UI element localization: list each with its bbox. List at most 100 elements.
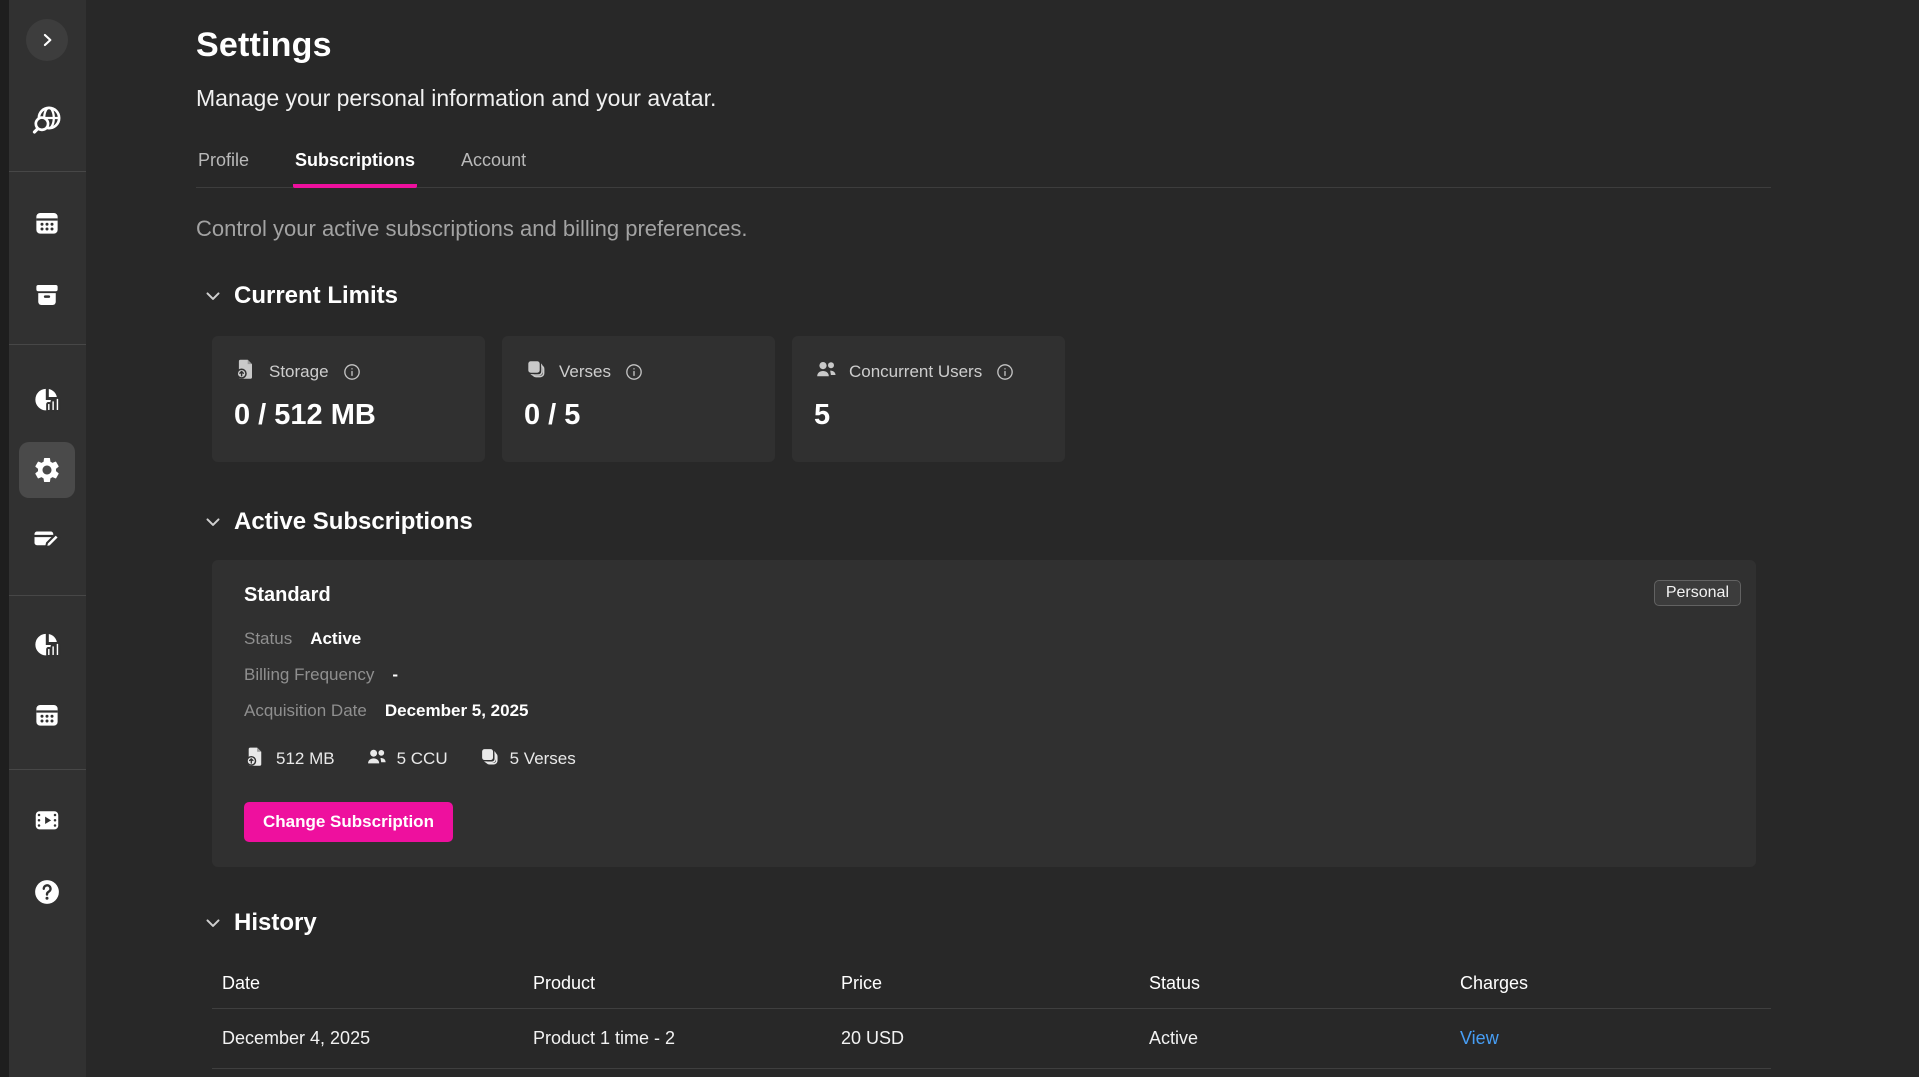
subscription-field-billing-frequency: Billing Frequency - bbox=[244, 665, 1724, 685]
sidebar-item-media[interactable] bbox=[25, 798, 69, 842]
concurrent-users-icon bbox=[365, 745, 388, 773]
limit-text: 5 CCU bbox=[397, 749, 448, 769]
cell-status: Active bbox=[1139, 1069, 1450, 1077]
chevron-down-icon bbox=[202, 511, 224, 533]
tab-profile[interactable]: Profile bbox=[196, 142, 251, 188]
sidebar-item-reports[interactable] bbox=[25, 623, 69, 667]
sidebar-edge-strip bbox=[0, 0, 9, 1077]
verses-layers-icon bbox=[478, 745, 501, 773]
column-header-charges: Charges bbox=[1450, 959, 1771, 1008]
calendar-icon bbox=[32, 700, 62, 730]
limit-card-label: Verses bbox=[559, 362, 611, 382]
limit-card-value: 0 / 5 bbox=[524, 399, 753, 432]
limit-card-value: 0 / 512 MB bbox=[234, 399, 463, 432]
section-title: Active Subscriptions bbox=[234, 508, 473, 536]
limit-ccu: 5 CCU bbox=[365, 745, 448, 773]
section-header-active-subscriptions[interactable]: Active Subscriptions bbox=[202, 508, 1771, 536]
cell-date: December 5, 2025 bbox=[212, 1069, 523, 1077]
sidebar bbox=[0, 0, 86, 1077]
sidebar-item-explore[interactable] bbox=[25, 98, 69, 142]
cell-status: Active bbox=[1139, 1009, 1450, 1068]
column-header-date: Date bbox=[212, 959, 523, 1008]
limit-card-concurrent-users: Concurrent Users 5 bbox=[792, 336, 1065, 462]
cell-product: Product 1 time - 2 bbox=[523, 1009, 831, 1068]
cell-price: 0 USD bbox=[831, 1069, 1139, 1077]
sidebar-item-billing[interactable] bbox=[25, 517, 69, 561]
info-icon[interactable] bbox=[995, 362, 1015, 382]
page-title: Settings bbox=[196, 26, 1771, 65]
sidebar-divider bbox=[9, 171, 86, 172]
verses-layers-icon bbox=[524, 357, 548, 386]
card-edit-icon bbox=[32, 524, 62, 554]
film-video-icon bbox=[32, 805, 62, 835]
tab-description: Control your active subscriptions and bi… bbox=[196, 216, 1771, 242]
pie-chart-icon bbox=[32, 630, 62, 660]
sidebar-item-schedule[interactable] bbox=[25, 693, 69, 737]
subscription-field-status: Status Active bbox=[244, 629, 1724, 649]
limit-card-label: Storage bbox=[269, 362, 329, 382]
subscription-card: Standard Personal Status Active Billing … bbox=[212, 560, 1756, 867]
limit-text: 5 Verses bbox=[510, 749, 576, 769]
limit-card-storage: Storage 0 / 512 MB bbox=[212, 336, 485, 462]
sidebar-divider bbox=[9, 595, 86, 596]
cell-product: Standard bbox=[523, 1069, 831, 1077]
history-table-header: Date Product Price Status Charges bbox=[212, 959, 1771, 1009]
field-value: Active bbox=[310, 629, 361, 649]
subscription-limits-row: 512 MB 5 CCU 5 Verses bbox=[244, 745, 1724, 773]
field-label: Billing Frequency bbox=[244, 665, 374, 685]
column-header-product: Product bbox=[523, 959, 831, 1008]
sidebar-item-help[interactable] bbox=[25, 870, 69, 914]
field-label: Status bbox=[244, 629, 292, 649]
chevron-down-icon bbox=[202, 285, 224, 307]
cell-price: 20 USD bbox=[831, 1009, 1139, 1068]
sidebar-item-archive[interactable] bbox=[25, 273, 69, 317]
calendar-icon bbox=[32, 208, 62, 238]
gear-icon bbox=[32, 455, 62, 485]
storage-file-icon bbox=[234, 357, 258, 386]
field-value: December 5, 2025 bbox=[385, 701, 529, 721]
tab-bar: Profile Subscriptions Account bbox=[196, 142, 1771, 188]
field-label: Acquisition Date bbox=[244, 701, 367, 721]
cell-date: December 4, 2025 bbox=[212, 1009, 523, 1068]
info-icon[interactable] bbox=[342, 362, 362, 382]
subscription-type-badge: Personal bbox=[1654, 580, 1741, 606]
sidebar-divider bbox=[9, 344, 86, 345]
limit-card-value: 5 bbox=[814, 399, 1043, 432]
limit-text: 512 MB bbox=[276, 749, 335, 769]
change-subscription-button[interactable]: Change Subscription bbox=[244, 802, 453, 842]
limit-storage: 512 MB bbox=[244, 745, 335, 773]
page-subtitle: Manage your personal information and you… bbox=[196, 85, 1771, 112]
sidebar-item-analytics[interactable] bbox=[25, 378, 69, 422]
subscription-field-acquisition-date: Acquisition Date December 5, 2025 bbox=[244, 701, 1724, 721]
info-icon[interactable] bbox=[624, 362, 644, 382]
main-content: Settings Manage your personal informatio… bbox=[196, 0, 1771, 1077]
sidebar-item-settings-active[interactable] bbox=[19, 442, 75, 498]
section-header-current-limits[interactable]: Current Limits bbox=[202, 282, 1771, 310]
globe-search-icon bbox=[31, 104, 63, 136]
column-header-status: Status bbox=[1139, 959, 1450, 1008]
subscription-name: Standard bbox=[244, 584, 1724, 607]
sidebar-divider bbox=[9, 769, 86, 770]
sidebar-collapse-button[interactable] bbox=[26, 19, 68, 61]
chevron-down-icon bbox=[202, 912, 224, 934]
concurrent-users-icon bbox=[814, 357, 838, 386]
tab-account[interactable]: Account bbox=[459, 142, 528, 188]
section-title: History bbox=[234, 909, 317, 937]
history-table: Date Product Price Status Charges Decemb… bbox=[212, 959, 1771, 1077]
limit-verses: 5 Verses bbox=[478, 745, 576, 773]
help-question-icon bbox=[32, 877, 62, 907]
tab-subscriptions[interactable]: Subscriptions bbox=[293, 142, 417, 188]
storage-file-icon bbox=[244, 745, 267, 773]
view-charges-link[interactable]: View bbox=[1460, 1028, 1499, 1048]
sidebar-item-events[interactable] bbox=[25, 201, 69, 245]
field-value: - bbox=[392, 665, 398, 685]
pie-chart-icon bbox=[32, 385, 62, 415]
limit-card-verses: Verses 0 / 5 bbox=[502, 336, 775, 462]
table-row: December 5, 2025 Standard 0 USD Active V… bbox=[212, 1069, 1771, 1077]
limit-card-label: Concurrent Users bbox=[849, 362, 982, 382]
limit-cards-row: Storage 0 / 512 MB Verses 0 / 5 Concurre… bbox=[212, 336, 1771, 462]
column-header-price: Price bbox=[831, 959, 1139, 1008]
table-row: December 4, 2025 Product 1 time - 2 20 U… bbox=[212, 1009, 1771, 1069]
archive-box-icon bbox=[32, 280, 62, 310]
section-header-history[interactable]: History bbox=[202, 909, 1771, 937]
